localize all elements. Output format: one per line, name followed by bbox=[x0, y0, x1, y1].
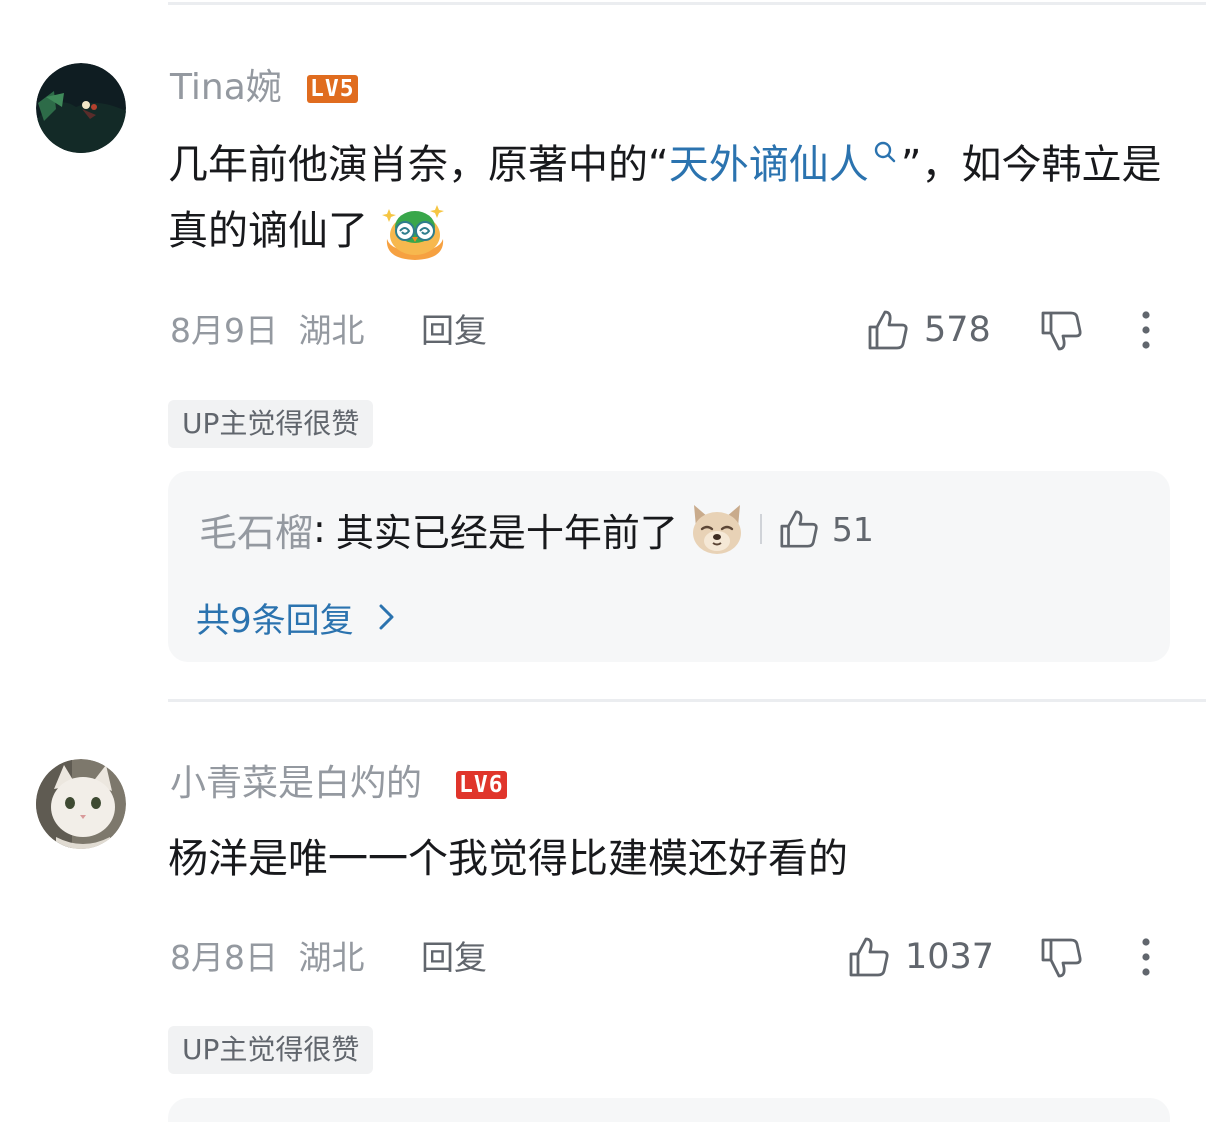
thumbs-up-icon bbox=[868, 310, 908, 350]
dizzy-owl-emoji-icon bbox=[381, 205, 444, 260]
thumbs-up-icon bbox=[849, 937, 889, 977]
comment-text: 几年前他演肖奈，原著中的“ bbox=[168, 142, 669, 188]
comment-content: 杨洋是唯一一个我觉得比建模还好看的 bbox=[168, 836, 848, 882]
like-count: 578 bbox=[924, 310, 991, 350]
total-replies-label: 共9条回复 bbox=[196, 600, 354, 641]
comment-meta: 8月8日 湖北 bbox=[170, 936, 365, 980]
comment-list: Tina婉 LV5 几年前他演肖奈，原著中的“天外谪仙人 ”，如今韩立是真的谪仙了… bbox=[0, 0, 1206, 1122]
divider bbox=[168, 2, 1206, 5]
like-button[interactable]: 1037 bbox=[847, 933, 994, 981]
comment-date: 8月9日 bbox=[170, 311, 278, 350]
avatar[interactable] bbox=[36, 63, 126, 153]
username[interactable]: Tina婉 bbox=[170, 64, 282, 112]
sub-reply: 毛石榴: 其实已经是十年前了 51 bbox=[199, 501, 874, 557]
squinting-dog-emoji-icon bbox=[692, 505, 741, 554]
thumbs-down-icon[interactable] bbox=[1039, 307, 1085, 353]
reply-preview-box[interactable] bbox=[168, 1098, 1170, 1122]
avatar[interactable] bbox=[36, 759, 126, 849]
thumbs-down-icon[interactable] bbox=[1039, 934, 1085, 980]
comment-content: 几年前他演肖奈，原著中的“天外谪仙人 ”，如今韩立是真的谪仙了 bbox=[168, 132, 1178, 264]
search-keyword-link[interactable]: 天外谪仙人 bbox=[668, 141, 901, 188]
username[interactable]: 小青菜是白灼的 bbox=[170, 760, 422, 808]
sub-reply-text: 其实已经是十年前了 bbox=[335, 510, 678, 555]
search-icon bbox=[874, 141, 895, 163]
up-liked-tag: UP主觉得很赞 bbox=[168, 400, 374, 448]
divider bbox=[168, 699, 1206, 702]
sub-reply-like-count: 51 bbox=[831, 509, 874, 549]
comment-location: 湖北 bbox=[298, 938, 365, 977]
chevron-right-icon bbox=[379, 604, 394, 630]
level-badge: LV5 bbox=[307, 75, 358, 103]
search-keyword-text: 天外谪仙人 bbox=[668, 142, 869, 188]
more-options-icon[interactable] bbox=[1132, 934, 1160, 980]
sub-reply-like-button[interactable]: 51 bbox=[778, 508, 874, 550]
sub-reply-username[interactable]: 毛石榴 bbox=[199, 502, 313, 557]
more-options-icon[interactable] bbox=[1132, 307, 1160, 353]
reply-preview-box[interactable]: 毛石榴: 其实已经是十年前了 51 共9条回复 bbox=[168, 471, 1170, 662]
comment-location: 湖北 bbox=[298, 311, 365, 350]
sub-reply-colon: : bbox=[313, 507, 326, 551]
reply-button[interactable]: 回复 bbox=[421, 936, 487, 980]
reply-button[interactable]: 回复 bbox=[421, 309, 487, 353]
like-button[interactable]: 578 bbox=[866, 306, 991, 354]
like-count: 1037 bbox=[905, 937, 995, 977]
white-cat-avatar-icon bbox=[36, 759, 126, 849]
thumbs-up-icon bbox=[780, 510, 818, 548]
comment-date: 8月8日 bbox=[170, 938, 278, 977]
separator bbox=[759, 514, 762, 544]
level-badge: LV6 bbox=[456, 771, 507, 799]
view-all-replies-link[interactable]: 共9条回复 bbox=[196, 593, 398, 641]
up-liked-tag: UP主觉得很赞 bbox=[168, 1026, 374, 1074]
comment-meta: 8月9日 湖北 bbox=[170, 309, 365, 353]
night-scene-avatar-icon bbox=[36, 63, 126, 153]
